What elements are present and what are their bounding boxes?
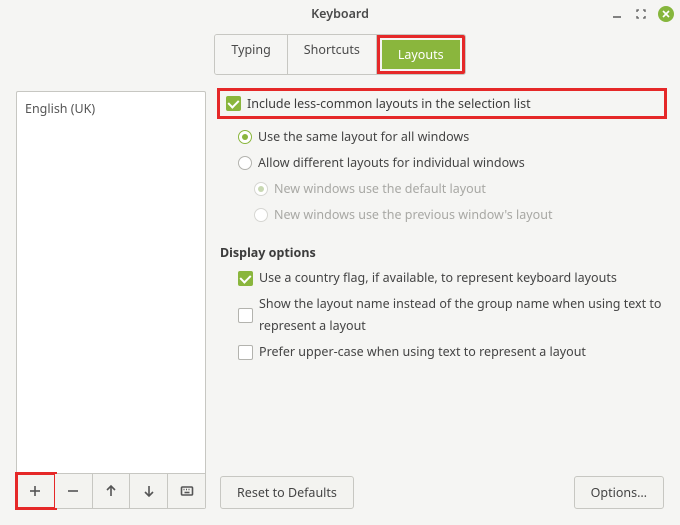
highlight-tab-layouts: Layouts bbox=[377, 35, 465, 74]
minimize-button[interactable] bbox=[610, 7, 624, 21]
show-name-checkbox[interactable] bbox=[238, 308, 253, 323]
move-down-button[interactable] bbox=[130, 474, 168, 508]
prefer-upper-checkbox[interactable] bbox=[238, 345, 253, 360]
move-up-button[interactable] bbox=[93, 474, 131, 508]
keyboard-preview-button[interactable] bbox=[168, 474, 205, 508]
include-less-common-label: Include less-common layouts in the selec… bbox=[247, 95, 531, 112]
remove-layout-button[interactable] bbox=[55, 474, 93, 508]
prefer-upper-label: Prefer upper-case when using text to rep… bbox=[259, 341, 586, 363]
show-name-label: Show the layout name instead of the grou… bbox=[259, 293, 664, 337]
new-previous-radio bbox=[254, 208, 268, 222]
tab-layouts[interactable]: Layouts bbox=[382, 40, 460, 69]
highlight-include-less-common: Include less-common layouts in the selec… bbox=[220, 91, 664, 116]
tabbar: Typing Shortcuts Layouts bbox=[0, 34, 680, 75]
layout-options-button[interactable]: Options… bbox=[574, 476, 664, 509]
layouts-sidebar: English (UK) bbox=[16, 91, 206, 509]
titlebar: Keyboard bbox=[0, 0, 680, 28]
add-layout-button[interactable] bbox=[17, 474, 55, 508]
close-button[interactable] bbox=[658, 6, 674, 22]
use-flag-label: Use a country flag, if available, to rep… bbox=[259, 267, 617, 289]
tab-typing[interactable]: Typing bbox=[215, 35, 287, 74]
layouts-toolbar bbox=[17, 473, 205, 508]
layouts-list-item[interactable]: English (UK) bbox=[25, 98, 197, 119]
tab-shortcuts[interactable]: Shortcuts bbox=[288, 35, 377, 74]
same-layout-radio[interactable] bbox=[238, 130, 252, 144]
new-default-label: New windows use the default layout bbox=[274, 178, 486, 200]
window-title: Keyboard bbox=[311, 5, 369, 22]
display-options-title: Display options bbox=[220, 244, 664, 261]
include-less-common-checkbox[interactable] bbox=[226, 96, 241, 111]
new-previous-label: New windows use the previous window's la… bbox=[274, 204, 552, 226]
use-flag-checkbox[interactable] bbox=[238, 271, 253, 286]
diff-layout-label: Allow different layouts for individual w… bbox=[258, 152, 525, 174]
reset-defaults-button[interactable]: Reset to Defaults bbox=[220, 476, 354, 509]
options-pane: Include less-common layouts in the selec… bbox=[220, 91, 664, 509]
diff-layout-radio[interactable] bbox=[238, 156, 252, 170]
maximize-button[interactable] bbox=[634, 7, 648, 21]
new-default-radio bbox=[254, 182, 268, 196]
layouts-list[interactable]: English (UK) bbox=[17, 92, 205, 473]
same-layout-label: Use the same layout for all windows bbox=[258, 126, 469, 148]
